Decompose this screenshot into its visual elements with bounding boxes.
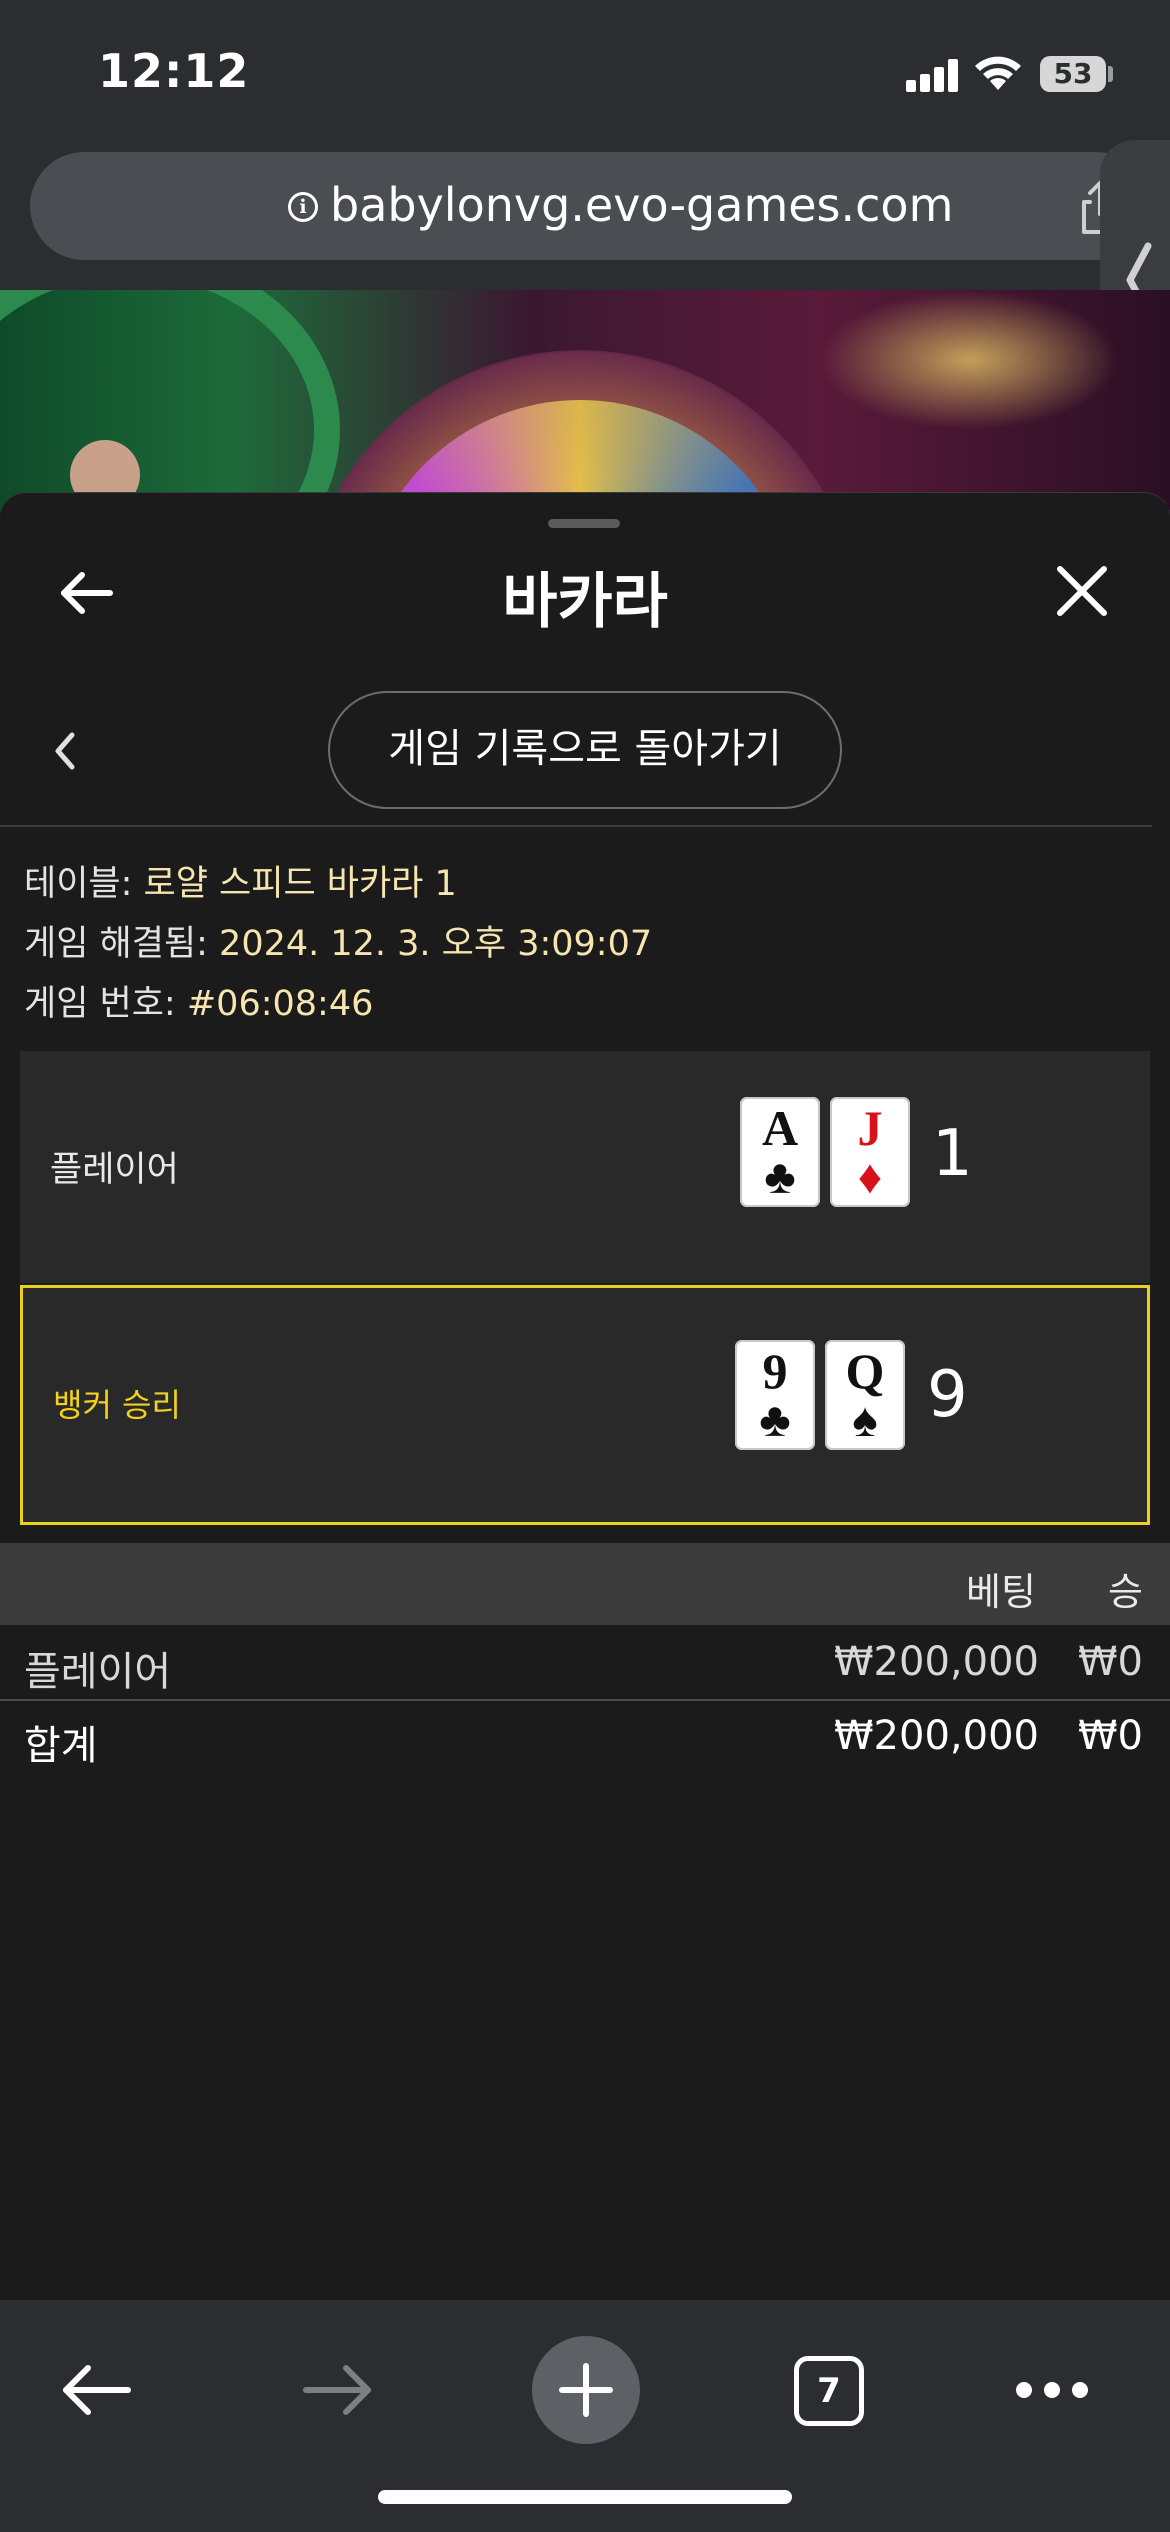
resolved-info: 게임 해결됨: 2024. 12. 3. 오후 3:09:07 [24, 915, 652, 966]
status-time: 12:12 [98, 44, 250, 98]
bet-table-header: 베팅 승 [0, 1543, 1170, 1625]
table-label: 테이블: [24, 864, 144, 904]
card-rank: 9 [762, 1343, 788, 1399]
home-indicator[interactable] [378, 2490, 792, 2504]
bet-name: 플레이어 [24, 1649, 172, 1695]
sheet-title: 바카라 [502, 567, 668, 637]
more-icon[interactable] [1016, 2382, 1088, 2400]
game-number-label: 게임 번호: [24, 984, 187, 1024]
banker-result-row: 뱅커 승리 9 ♣ Q ♠ 9 [20, 1285, 1150, 1525]
game-backdrop-image [0, 290, 1170, 510]
close-icon[interactable] [1054, 563, 1110, 619]
game-details-sheet: 바카라 게임 기록으로 돌아가기 테이블: 로얄 스피드 바카라 1 게임 해결… [0, 492, 1170, 2300]
back-icon[interactable] [60, 2360, 132, 2420]
player-score: 1 [932, 1117, 973, 1191]
club-suit-icon: ♣ [764, 1151, 796, 1204]
address-bar[interactable]: i babylonvg.evo-games.com [30, 152, 1150, 260]
bet-amount: ₩200,000 [834, 1639, 1039, 1685]
chevron-left-icon[interactable] [50, 729, 82, 773]
forward-icon[interactable] [302, 2360, 374, 2420]
banker-score: 9 [927, 1358, 968, 1432]
total-label: 합계 [24, 1723, 98, 1769]
club-suit-icon: ♣ [759, 1394, 791, 1447]
diamond-suit-icon: ♦ [857, 1151, 883, 1204]
total-row: 합계 ₩200,000 ₩0 [0, 1703, 1170, 1775]
battery-tip [1108, 66, 1113, 82]
card-rank: J [857, 1100, 883, 1156]
plus-icon [559, 2363, 613, 2417]
divider [0, 1699, 1170, 1701]
table-value: 로얄 스피드 바카라 1 [143, 864, 457, 904]
card-rank: A [761, 1100, 799, 1156]
total-win-amount: ₩0 [1078, 1713, 1143, 1759]
card-rank: Q [845, 1343, 885, 1399]
banker-win-label: 뱅커 승리 [53, 1386, 181, 1424]
playing-card: A ♣ [740, 1097, 820, 1207]
spade-suit-icon: ♠ [852, 1394, 878, 1447]
battery-icon: 53 [1040, 56, 1106, 92]
game-number-info: 게임 번호: #06:08:46 [24, 975, 373, 1026]
table-info: 테이블: 로얄 스피드 바카라 1 [24, 855, 457, 906]
new-tab-button[interactable] [532, 2336, 640, 2444]
playing-card: 9 ♣ [735, 1340, 815, 1450]
resolved-value: 2024. 12. 3. 오후 3:09:07 [219, 924, 653, 964]
win-amount: ₩0 [1078, 1639, 1143, 1685]
sheet-grabber[interactable] [548, 519, 620, 528]
table-row: 플레이어 ₩200,000 ₩0 [0, 1629, 1170, 1701]
status-bar: 12:12 53 [0, 0, 1170, 145]
column-header-bet: 베팅 [966, 1570, 1036, 1614]
resolved-label: 게임 해결됨: [24, 924, 220, 964]
tab-switcher-button[interactable]: 7 [794, 2356, 864, 2426]
site-info-icon[interactable]: i [288, 192, 318, 222]
column-header-win: 승 [1108, 1570, 1143, 1614]
url-text[interactable]: babylonvg.evo-games.com [330, 178, 953, 232]
divider [0, 825, 1152, 827]
game-number-value: #06:08:46 [186, 984, 374, 1024]
player-result-row: 플레이어 A ♣ J ♦ 1 [20, 1051, 1150, 1283]
cellular-signal-icon [906, 58, 960, 92]
playing-card: J ♦ [830, 1097, 910, 1207]
player-label: 플레이어 [50, 1150, 179, 1190]
playing-card: Q ♠ [825, 1340, 905, 1450]
wifi-icon [975, 56, 1021, 90]
total-bet-amount: ₩200,000 [834, 1713, 1039, 1759]
back-to-history-button[interactable]: 게임 기록으로 돌아가기 [328, 691, 842, 809]
